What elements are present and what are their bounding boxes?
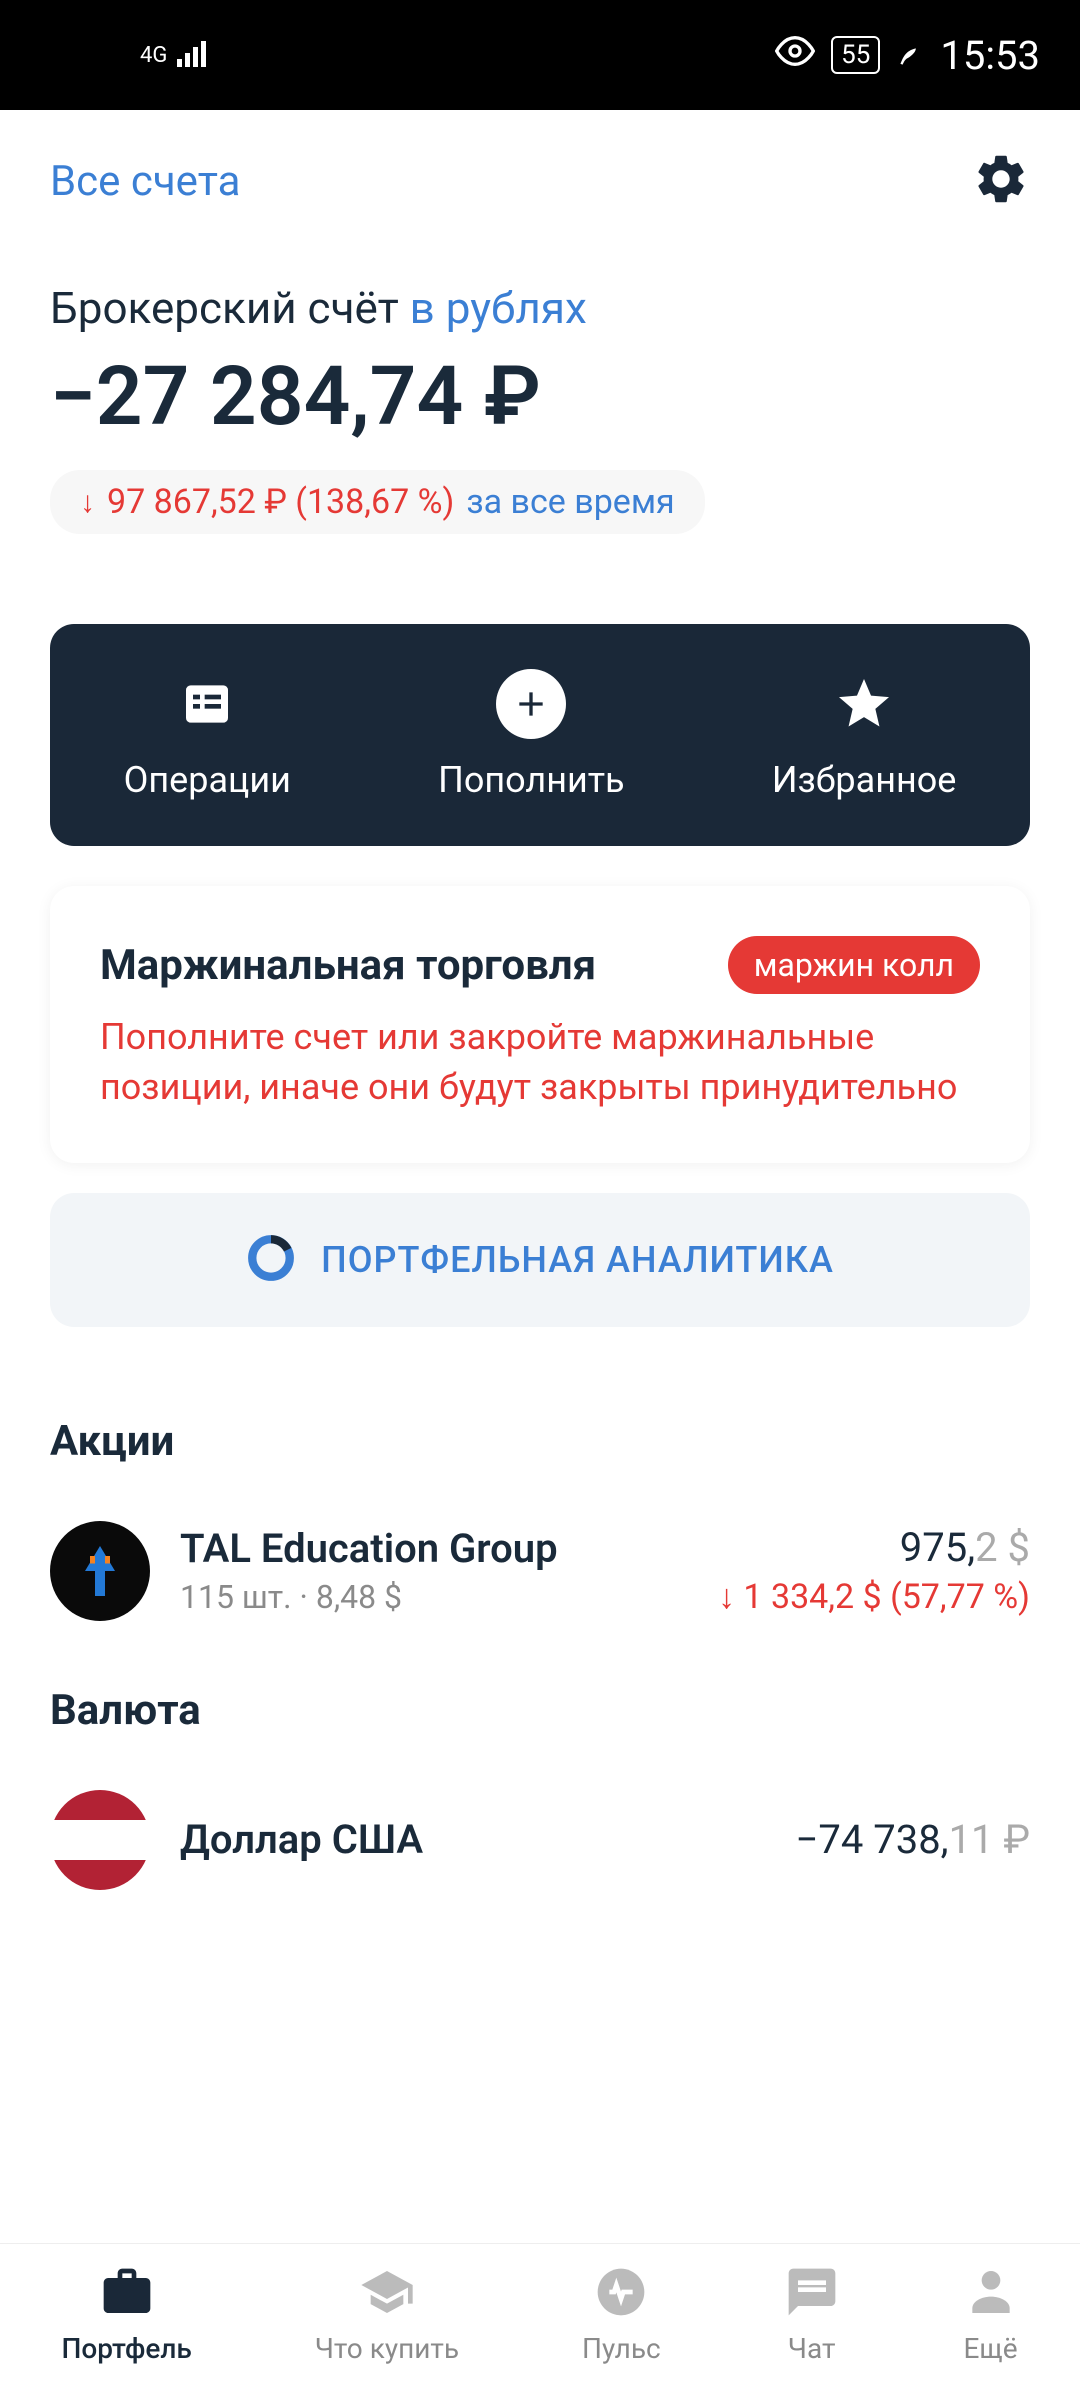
bottom-nav: Портфель Что купить Пульс Чат Ещё: [0, 2243, 1080, 2400]
stocks-section-title: Акции: [0, 1377, 1080, 1496]
signal-icon: 4G: [140, 43, 167, 68]
nav-pulse[interactable]: Пульс: [582, 2264, 661, 2365]
nav-more[interactable]: Ещё: [963, 2264, 1019, 2365]
operations-button[interactable]: Операции: [124, 669, 291, 801]
nav-label: Портфель: [61, 2332, 191, 2365]
tal-logo-icon: [50, 1521, 150, 1621]
margin-card[interactable]: Маржинальная торговля маржин колл Пополн…: [50, 886, 1030, 1163]
pulse-icon: [593, 2264, 649, 2324]
star-icon: [829, 669, 899, 739]
nav-label: Ещё: [963, 2332, 1017, 2365]
arrow-down-icon: ↓: [80, 485, 95, 520]
asset-sub: 115 шт. · 8,48 $: [180, 1578, 688, 1616]
currency-link[interactable]: в рублях: [410, 282, 587, 334]
actions-bar: Операции Пополнить Избранное: [50, 624, 1030, 846]
margin-text: Пополните счет или закройте маржинальные…: [100, 1012, 980, 1113]
eye-icon: [775, 31, 815, 80]
graduation-icon: [359, 2264, 415, 2324]
person-icon: [963, 2264, 1019, 2324]
asset-name: TAL Education Group: [180, 1525, 688, 1572]
time: 15:53: [940, 32, 1040, 79]
briefcase-icon: [99, 2264, 155, 2324]
change-value: 97 867,52 ₽ (138,67 %): [107, 482, 454, 522]
list-icon: [172, 669, 242, 739]
analytics-button[interactable]: ПОРТФЕЛЬНАЯ АНАЛИТИКА: [50, 1193, 1030, 1327]
all-accounts-link[interactable]: Все счета: [50, 157, 240, 206]
nav-chat[interactable]: Чат: [784, 2264, 840, 2365]
change-row[interactable]: ↓ 97 867,52 ₽ (138,67 %) за все время: [50, 470, 705, 534]
balance: −27 284,74 ₽: [50, 349, 1030, 445]
account-title: Брокерский счёт в рублях: [50, 282, 1030, 334]
nav-label: Чат: [788, 2332, 836, 2365]
chart-icon: [246, 1233, 296, 1287]
battery-icon: 55: [831, 36, 880, 74]
leaf-icon: [896, 34, 924, 76]
usa-flag-icon: [50, 1790, 150, 1890]
asset-name: Доллар США: [180, 1816, 765, 1863]
status-bar: 4G 55 15:53: [0, 0, 1080, 110]
nav-portfolio[interactable]: Портфель: [61, 2264, 191, 2365]
analytics-label: ПОРТФЕЛЬНАЯ АНАЛИТИКА: [321, 1239, 834, 1281]
asset-row[interactable]: Доллар США −74 738,11 ₽: [0, 1765, 1080, 1890]
favorites-button[interactable]: Избранное: [772, 669, 957, 801]
nav-buy[interactable]: Что купить: [315, 2264, 459, 2365]
nav-label: Что купить: [315, 2332, 459, 2365]
chat-icon: [784, 2264, 840, 2324]
asset-change: ↓ 1 334,2 $ (57,77 %): [718, 1577, 1030, 1617]
operations-label: Операции: [124, 759, 291, 801]
change-period: за все время: [466, 482, 674, 522]
margin-badge: маржин колл: [728, 936, 980, 994]
gear-icon[interactable]: [972, 150, 1030, 212]
nav-label: Пульс: [582, 2332, 661, 2365]
margin-title: Маржинальная торговля: [100, 941, 596, 990]
asset-row[interactable]: TAL Education Group 115 шт. · 8,48 $ 975…: [0, 1496, 1080, 1646]
deposit-label: Пополнить: [438, 759, 624, 801]
currency-section-title: Валюта: [0, 1646, 1080, 1765]
plus-icon: [496, 669, 566, 739]
asset-value: 975,2 $: [718, 1524, 1030, 1571]
asset-value: −74 738,11 ₽: [795, 1816, 1030, 1863]
signal-bars-icon: [177, 34, 213, 76]
favorites-label: Избранное: [772, 759, 957, 801]
deposit-button[interactable]: Пополнить: [438, 669, 624, 801]
